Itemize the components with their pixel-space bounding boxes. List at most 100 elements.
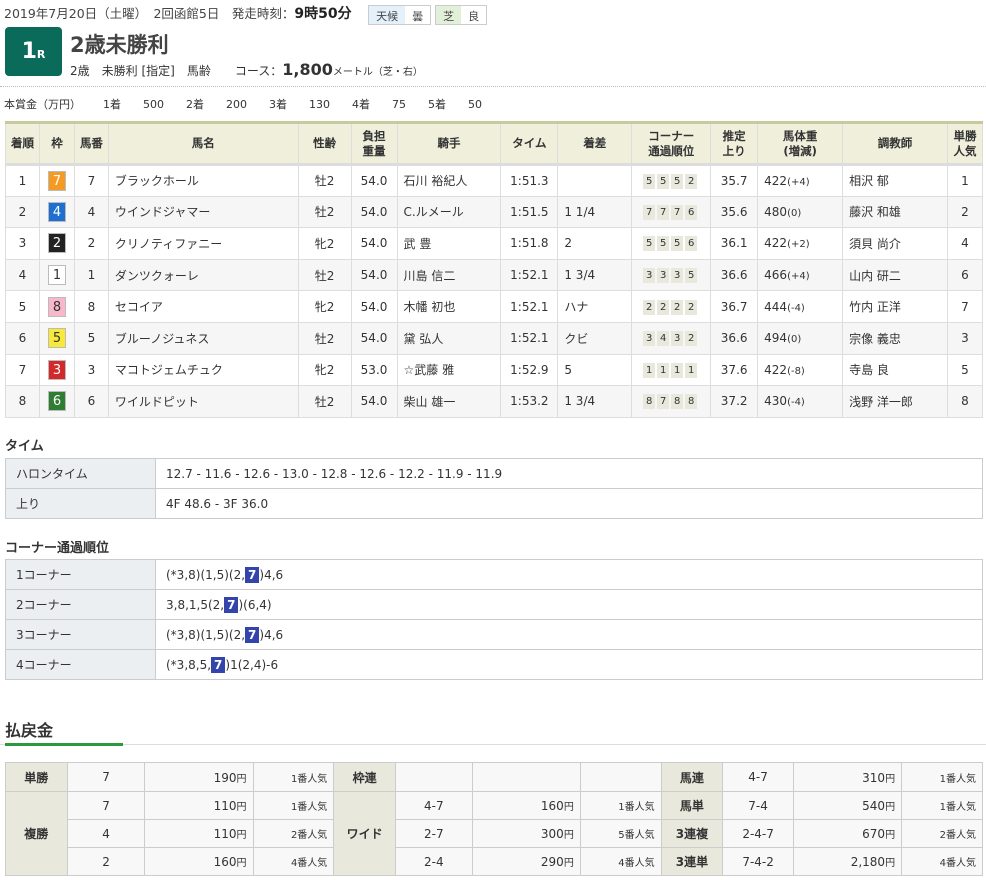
title-underline xyxy=(5,743,123,746)
column-header[interactable]: 馬名 xyxy=(107,122,299,166)
payout-title: 払戻金 xyxy=(5,721,54,740)
margin: 5 xyxy=(557,353,633,387)
payout-amount: 160円 xyxy=(144,847,254,876)
column-header[interactable]: 調教師 xyxy=(842,122,948,166)
horse-name[interactable]: マコトジェムチュク xyxy=(107,353,299,387)
horse-name[interactable]: ウインドジャマー xyxy=(107,195,299,229)
trainer[interactable]: 寺島 良 xyxy=(842,353,948,387)
payout-popularity: 1番人気 xyxy=(901,762,983,792)
body-weight-value: 422 xyxy=(764,362,788,377)
corner-position: 3 xyxy=(657,268,670,284)
trainer[interactable]: 宗像 義忠 xyxy=(842,321,948,355)
popularity: 4 xyxy=(946,227,984,260)
column-header[interactable]: 枠 xyxy=(38,122,75,166)
trainer[interactable]: 相沢 郁 xyxy=(842,164,948,197)
yen-unit: 円 xyxy=(236,830,247,841)
payout-combo xyxy=(394,762,473,792)
waku-cell: 2 xyxy=(38,227,75,260)
finish-position: 8 xyxy=(5,385,40,418)
column-header[interactable]: 馬体重 (増減) xyxy=(757,122,844,166)
column-header[interactable]: 着差 xyxy=(557,122,633,166)
column-header[interactable]: 馬番 xyxy=(73,122,109,166)
race-conditions: 2歳 未勝利 [指定] 馬齢 xyxy=(70,64,211,78)
trainer[interactable]: 藤沢 和雄 xyxy=(842,195,948,229)
yen-unit: 円 xyxy=(885,773,896,785)
prize-money: 本賞金（万円） 1着 500 2着 200 3着 130 4着 75 5着 50 xyxy=(0,86,986,112)
trainer[interactable]: 竹内 正洋 xyxy=(842,290,948,323)
payout-amount: 160円 xyxy=(471,791,581,820)
waku-cell: 4 xyxy=(38,195,75,229)
jockey[interactable]: ☆武藤 雅 xyxy=(396,353,502,387)
corner-positions: 3432 xyxy=(631,321,712,355)
amount-value: 190 xyxy=(213,770,237,785)
body-weight-diff: (+2) xyxy=(787,239,810,251)
last-3f: 36.6 xyxy=(710,258,759,292)
body-weight-value: 494 xyxy=(764,331,788,346)
body-weight-diff: (-4) xyxy=(787,397,805,409)
trainer[interactable]: 山内 研二 xyxy=(842,258,948,292)
corner-order: (*3,8)(1,5)(2, 7)4,6 xyxy=(155,619,983,650)
meeting: 2回函館5日 xyxy=(153,6,220,21)
horse-name[interactable]: クリノティファニー xyxy=(107,227,299,260)
column-header[interactable]: 着順 xyxy=(5,122,40,166)
horse-name[interactable]: セコイア xyxy=(107,290,299,323)
horse-name[interactable]: ダンツクォーレ xyxy=(107,258,299,292)
column-header[interactable]: 推定 上り xyxy=(710,122,759,166)
jockey[interactable]: 黛 弘人 xyxy=(396,321,502,355)
time-row: 上り 4F 48.6 - 3F 36.0 xyxy=(5,488,983,519)
jockey[interactable]: 川島 信二 xyxy=(396,258,502,292)
winner-highlight: 7 xyxy=(224,596,239,613)
column-header[interactable]: 単勝 人気 xyxy=(946,122,984,166)
jockey[interactable]: 武 豊 xyxy=(396,227,502,260)
popularity: 8 xyxy=(946,385,984,418)
corner-order-before: (*3,8)(1,5)(2, xyxy=(166,567,246,582)
column-header[interactable]: コーナー 通過順位 xyxy=(631,122,712,166)
trainer[interactable]: 須貝 尚介 xyxy=(842,227,948,260)
horse-name[interactable]: ブラックホール xyxy=(107,164,299,197)
payout-amount: 290円 xyxy=(471,847,581,876)
jockey[interactable]: 柴山 雄一 xyxy=(396,385,502,418)
prize-place: 2着 xyxy=(186,98,204,111)
race-conditions-line: 2歳 未勝利 [指定] 馬齢 コース：1,800メートル（芝・右） xyxy=(70,60,423,79)
corner-row: 4コーナー (*3,8,5, 7)1(2,4)-6 xyxy=(5,649,983,680)
corner-position: 3 xyxy=(643,331,656,347)
race-number-suffix: R xyxy=(36,48,46,61)
body-weight-value: 480 xyxy=(764,204,788,219)
jockey[interactable]: 石川 裕紀人 xyxy=(396,164,502,197)
jockey[interactable]: C.ルメール xyxy=(396,195,502,229)
payout-amount: 300円 xyxy=(471,819,581,848)
corner-position: 5 xyxy=(671,236,684,252)
results-table: 着順枠馬番 馬名 性齢 負担 重量 騎手 タイム 着差 コーナー 通過順位 推定 上り 馬体重 (… xyxy=(5,121,984,418)
horse-name[interactable]: ブルーノジュネス xyxy=(107,321,299,355)
column-header[interactable]: 性齢 xyxy=(297,122,352,166)
payout-combo: 2 xyxy=(66,847,146,876)
weather-value: 曇 xyxy=(412,9,424,23)
jockey[interactable]: 木幡 初也 xyxy=(396,290,502,323)
corner-position: 8 xyxy=(685,394,698,410)
corner-position: 7 xyxy=(671,204,684,220)
weight-carried: 54.0 xyxy=(350,227,398,260)
corner-order: (*3,8,5, 7)1(2,4)-6 xyxy=(155,649,983,680)
horse-number: 7 xyxy=(73,164,109,197)
track-condition: 良 xyxy=(468,9,480,23)
payout-combo: 7-4-2 xyxy=(722,847,794,876)
sex-age: 牡2 xyxy=(297,385,352,418)
prize-value: 200 xyxy=(226,98,247,111)
payout-popularity: 1番人気 xyxy=(252,791,335,820)
waku-badge: 3 xyxy=(47,359,66,380)
payout-popularity: 4番人気 xyxy=(901,847,983,876)
finish-position: 4 xyxy=(5,258,40,292)
horse-name[interactable]: ワイルドピット xyxy=(107,385,299,418)
corner-position: 4 xyxy=(657,331,670,347)
body-weight-diff: (-8) xyxy=(787,365,805,377)
amount-value: 310 xyxy=(862,770,886,785)
corner-position: 7 xyxy=(657,394,670,410)
payout-popularity: 1番人気 xyxy=(252,762,335,792)
time-section-title: タイム xyxy=(5,439,44,454)
trainer[interactable]: 浅野 洋一郎 xyxy=(842,385,948,418)
weather-label: 天候 xyxy=(369,5,406,24)
column-header[interactable]: 騎手 xyxy=(396,122,502,166)
corner-position: 2 xyxy=(685,331,698,347)
column-header[interactable]: タイム xyxy=(500,122,559,166)
column-header[interactable]: 負担 重量 xyxy=(350,122,398,166)
